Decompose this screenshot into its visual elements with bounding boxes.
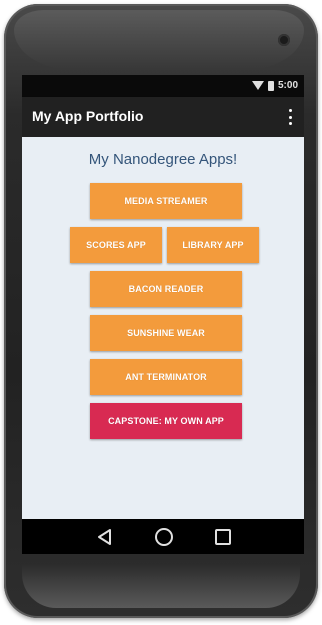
device-sheen xyxy=(14,10,304,70)
device-bottom xyxy=(22,564,300,608)
battery-icon xyxy=(267,80,274,91)
status-time: 5:00 xyxy=(277,80,298,91)
library-app-button[interactable]: LIBRARY APP xyxy=(167,227,259,263)
overflow-dot xyxy=(288,115,292,119)
app-toolbar: My App Portfolio xyxy=(22,97,304,137)
media-streamer-button[interactable]: MEDIA STREAMER xyxy=(90,183,242,219)
page-heading: My Nanodegree Apps! xyxy=(88,151,238,168)
overflow-menu-icon[interactable] xyxy=(288,109,292,125)
overflow-dot xyxy=(288,122,292,125)
phone-screen: 5:00 My App Portfolio My Nanodegree Apps… xyxy=(22,75,304,554)
ant-terminator-button[interactable]: ANT TERMINATOR xyxy=(90,359,242,395)
overflow-dot xyxy=(288,109,292,112)
sunshine-wear-button[interactable]: SUNSHINE WEAR xyxy=(90,315,242,351)
bacon-reader-button[interactable]: BACON READER xyxy=(90,271,242,307)
back-icon[interactable] xyxy=(96,528,114,546)
app-title: My App Portfolio xyxy=(32,108,144,124)
home-icon[interactable] xyxy=(155,528,173,546)
scores-app-button[interactable]: SCORES APP xyxy=(70,227,162,263)
status-bar: 5:00 xyxy=(22,75,304,97)
status-icons: 5:00 xyxy=(251,80,298,91)
main-content: My Nanodegree Apps! MEDIA STREAMER SCORE… xyxy=(22,137,304,519)
capstone-button[interactable]: CAPSTONE: MY OWN APP xyxy=(90,403,242,439)
front-camera xyxy=(278,34,290,46)
navigation-bar xyxy=(22,519,304,554)
wifi-icon xyxy=(251,81,264,90)
recent-apps-icon[interactable] xyxy=(215,529,231,545)
